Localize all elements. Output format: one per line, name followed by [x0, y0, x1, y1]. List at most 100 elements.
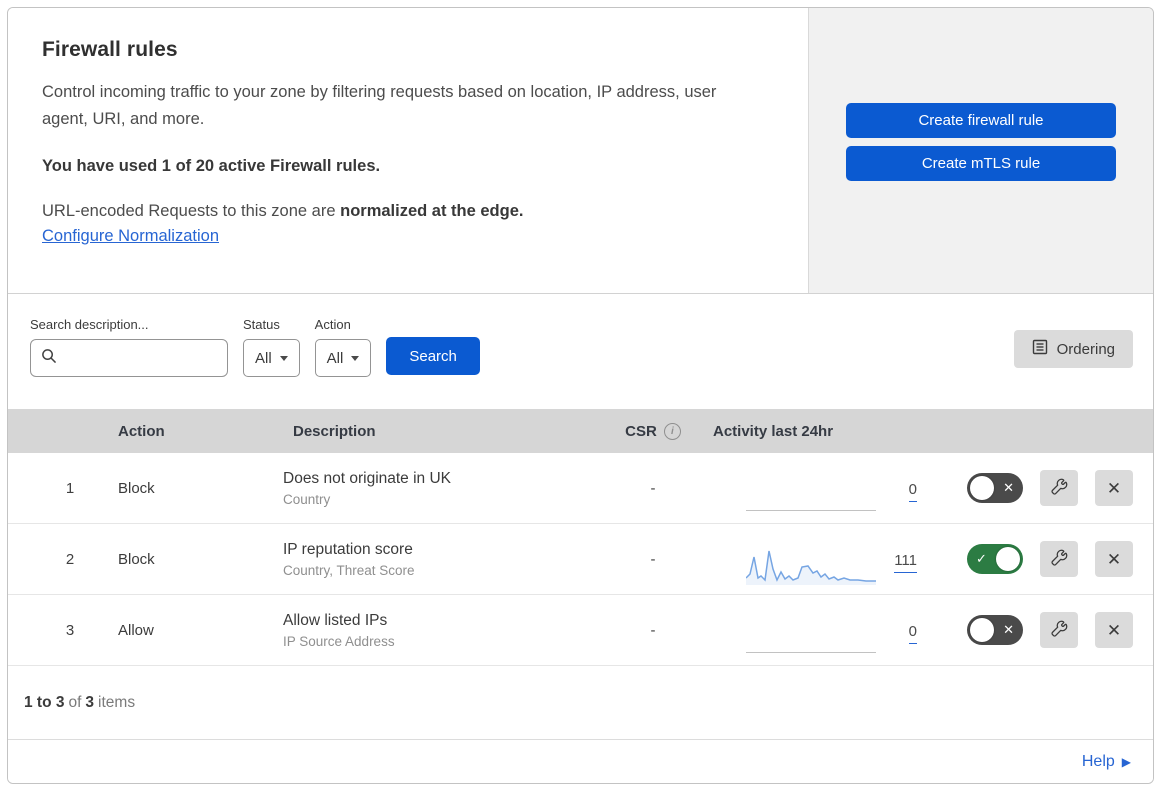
actions-panel: Create firewall rule Create mTLS rule [809, 8, 1153, 293]
table-row: 3 Allow Allow listed IPs IP Source Addre… [8, 595, 1153, 666]
items-range: 1 to 3 [24, 693, 65, 711]
close-icon: ✕ [1106, 549, 1122, 569]
table-row: 2 Block IP reputation score Country, Thr… [8, 524, 1153, 595]
edit-rule-button[interactable] [1040, 541, 1078, 577]
search-input-wrapper [30, 339, 228, 377]
wrench-icon [1050, 549, 1068, 570]
action-dropdown[interactable]: All [314, 339, 372, 377]
chevron-down-icon [351, 355, 360, 361]
rule-action: Block [118, 479, 155, 497]
rule-description: Allow listed IPs [283, 611, 388, 629]
rule-controls: ✓ ✕ ✕ [927, 470, 1153, 506]
rule-enabled-toggle[interactable]: ✓ ✕ [967, 544, 1023, 574]
create-firewall-rule-button[interactable]: Create firewall rule [846, 103, 1116, 138]
search-group: Search description... [30, 317, 228, 377]
firewall-rules-page: Firewall rules Control incoming traffic … [7, 7, 1154, 784]
rule-priority: 1 [65, 479, 75, 497]
search-input[interactable] [64, 348, 217, 368]
search-icon [41, 348, 56, 368]
rule-priority: 2 [65, 550, 75, 568]
rule-action: Block [118, 550, 155, 568]
column-header-description: Description [293, 422, 376, 440]
ordering-button-label: Ordering [1056, 340, 1115, 358]
x-icon: ✕ [1003, 622, 1014, 637]
rule-priority: 3 [65, 621, 75, 639]
rule-action: Allow [118, 621, 154, 639]
items-total: 3 [85, 693, 95, 711]
table-header-row: Action Description CSR i Activity last 2… [8, 409, 1153, 453]
activity-count-link[interactable]: 0 [908, 481, 917, 502]
rule-enabled-toggle[interactable]: ✓ ✕ [967, 473, 1023, 503]
intro-panel: Firewall rules Control incoming traffic … [8, 8, 809, 293]
rule-match-fields: Country, Threat Score [283, 562, 415, 578]
action-dropdown-value: All [326, 349, 344, 367]
status-label: Status [243, 317, 280, 332]
top-section: Firewall rules Control incoming traffic … [8, 8, 1153, 294]
rule-enabled-toggle[interactable]: ✓ ✕ [967, 615, 1023, 645]
rule-activity-cell: 0 [701, 453, 927, 523]
toggle-knob [970, 618, 994, 642]
column-header-csr: CSR i [605, 422, 701, 440]
rule-activity-cell: 0 [701, 595, 927, 665]
activity-count-link[interactable]: 0 [908, 623, 917, 644]
activity-count-link[interactable]: 111 [894, 552, 917, 573]
rule-description-cell: IP reputation score Country, Threat Scor… [283, 541, 605, 578]
rule-match-fields: IP Source Address [283, 633, 395, 649]
rule-csr-value: - [650, 621, 656, 639]
action-filter-group: Action All [314, 317, 372, 377]
x-icon: ✕ [1003, 480, 1014, 495]
delete-rule-button[interactable]: ✕ [1095, 541, 1133, 577]
normalization-bold-text: normalized at the edge. [340, 202, 524, 221]
edit-rule-button[interactable] [1040, 470, 1078, 506]
column-header-activity: Activity last 24hr [713, 422, 834, 440]
activity-sparkline-chart [746, 550, 876, 585]
rule-description: IP reputation score [283, 540, 413, 558]
delete-rule-button[interactable]: ✕ [1095, 612, 1133, 648]
wrench-icon [1050, 620, 1068, 641]
rule-controls: ✓ ✕ ✕ [927, 541, 1153, 577]
rule-description-cell: Allow listed IPs IP Source Address [283, 612, 605, 649]
filter-bar: Search description... Status All Action … [8, 294, 1153, 409]
normalization-note: URL-encoded Requests to this zone are no… [42, 202, 766, 221]
column-header-action: Action [118, 422, 165, 440]
table-summary: 1 to 3 of 3 items [8, 666, 1153, 740]
usage-summary: You have used 1 of 20 active Firewall ru… [42, 157, 381, 176]
check-icon: ✓ [976, 551, 987, 566]
activity-sparkline-flat [746, 652, 876, 653]
delete-rule-button[interactable]: ✕ [1095, 470, 1133, 506]
activity-sparkline-flat [746, 510, 876, 511]
search-button[interactable]: Search [386, 337, 480, 375]
edit-rule-button[interactable] [1040, 612, 1078, 648]
page-title: Firewall rules [42, 38, 178, 61]
rules-table: Action Description CSR i Activity last 2… [8, 409, 1153, 740]
status-dropdown-value: All [255, 349, 272, 367]
arrow-right-icon: ▶ [1121, 755, 1131, 769]
chevron-down-icon [279, 355, 288, 361]
status-dropdown[interactable]: All [243, 339, 300, 377]
rule-controls: ✓ ✕ ✕ [927, 612, 1153, 648]
rule-csr-value: - [650, 479, 656, 497]
table-row: 1 Block Does not originate in UK Country… [8, 453, 1153, 524]
search-label: Search description... [30, 317, 149, 332]
wrench-icon [1050, 478, 1068, 499]
configure-normalization-link[interactable]: Configure Normalization [42, 227, 219, 245]
rule-description: Does not originate in UK [283, 469, 452, 487]
help-bar: Help ▶ [8, 740, 1153, 783]
create-mtls-rule-button[interactable]: Create mTLS rule [846, 146, 1116, 181]
close-icon: ✕ [1106, 620, 1122, 640]
rule-activity-cell: 111 [701, 524, 927, 594]
status-filter-group: Status All [243, 317, 300, 377]
rule-description-cell: Does not originate in UK Country [283, 470, 605, 507]
list-document-icon [1032, 339, 1048, 359]
ordering-button[interactable]: Ordering [1013, 330, 1133, 368]
info-icon[interactable]: i [663, 422, 681, 440]
toggle-knob [996, 547, 1020, 571]
close-icon: ✕ [1106, 478, 1122, 498]
toggle-knob [970, 476, 994, 500]
action-label: Action [314, 317, 351, 332]
rule-csr-value: - [650, 550, 656, 568]
help-link[interactable]: Help [1082, 753, 1115, 771]
normalization-text: URL-encoded Requests to this zone are [42, 202, 336, 221]
rule-match-fields: Country [283, 491, 331, 507]
page-description: Control incoming traffic to your zone by… [42, 83, 717, 128]
